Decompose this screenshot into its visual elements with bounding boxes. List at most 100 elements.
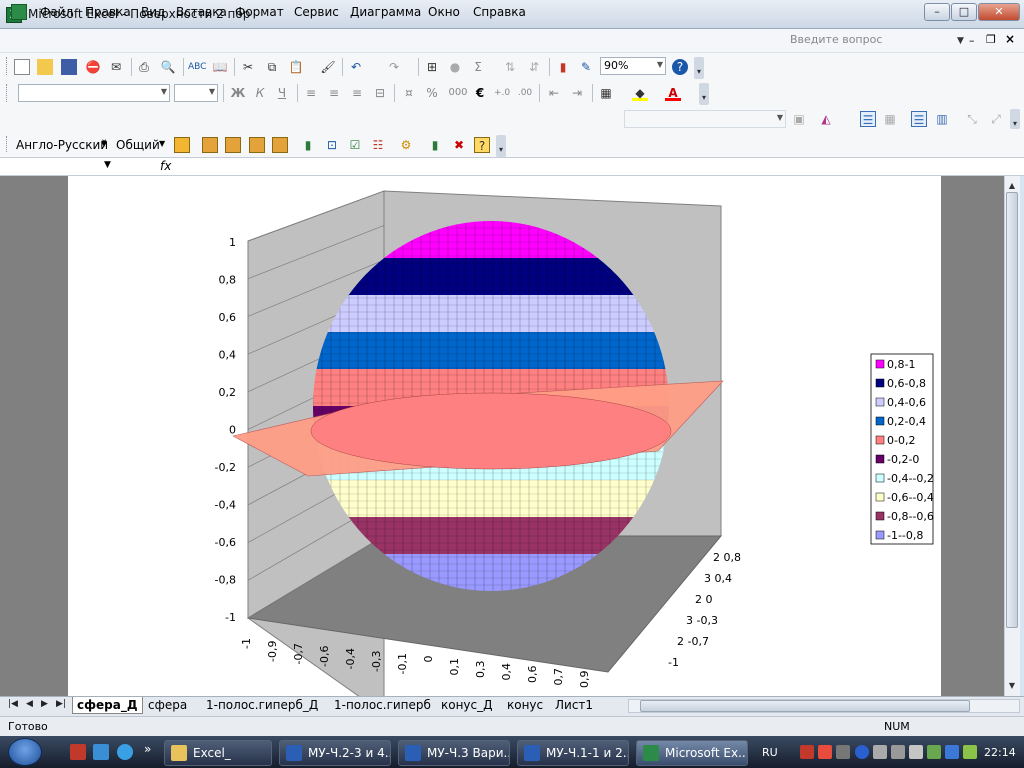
task-excel-folder[interactable]: Excel_ [164, 740, 272, 766]
menu-tools[interactable]: Сервис [294, 5, 339, 19]
email-icon[interactable]: ✉ [108, 59, 124, 75]
tray-update-icon[interactable] [927, 745, 941, 759]
legend-icon[interactable]: ☰ [860, 111, 876, 127]
translate-book-icon[interactable] [249, 137, 265, 153]
drawing-icon[interactable]: ✎ [578, 59, 594, 75]
task-excel-active[interactable]: Microsoft Ex... [636, 740, 748, 766]
book-icon[interactable]: ▮ [427, 137, 443, 153]
menu-edit[interactable]: Правка [85, 5, 131, 19]
align-right-icon[interactable]: ≡ [349, 85, 365, 101]
chevron-down-icon[interactable]: ▼ [101, 139, 107, 148]
tray-antivirus-icon[interactable] [818, 745, 832, 759]
list-icon[interactable]: ☷ [370, 137, 386, 153]
euro-button[interactable]: € [472, 85, 488, 101]
align-center-icon[interactable]: ≡ [326, 85, 342, 101]
start-button[interactable] [8, 738, 42, 766]
print-icon[interactable]: ⎙ [136, 59, 152, 75]
toolbar-grip[interactable] [6, 136, 10, 152]
permission-icon[interactable]: ⛔ [85, 59, 101, 75]
dictionary-icon[interactable]: ▮ [300, 137, 316, 153]
task-word-2[interactable]: МУ-Ч.3 Вари... [398, 740, 510, 766]
font-color-icon[interactable]: A [665, 85, 681, 101]
open-icon[interactable] [37, 59, 53, 75]
surface-chart[interactable]: 10,80,60,40,20-0,2-0,4-0,6-0,8-1 -1 -0,9-… [68, 176, 941, 715]
translate-chart-icon[interactable] [272, 137, 288, 153]
thousands-button[interactable]: 000 [446, 85, 470, 101]
clock[interactable]: 22:14 [984, 746, 1016, 759]
task-word-3[interactable]: МУ-Ч.1-1 и 2... [517, 740, 629, 766]
last-sheet-icon[interactable]: ▶| [56, 699, 66, 709]
increase-indent-icon[interactable]: ⇥ [569, 85, 585, 101]
maximize-button[interactable]: □ [951, 3, 977, 21]
decrease-decimal-icon[interactable]: .00 [517, 85, 533, 101]
toolbar-grip[interactable] [6, 84, 10, 102]
lookup-icon[interactable]: ⊡ [324, 137, 340, 153]
print-preview-icon[interactable]: 🔍 [160, 59, 176, 75]
quick-launch-more[interactable]: » [144, 742, 151, 756]
shutdown-icon[interactable] [70, 744, 86, 760]
toolbar-options-icon[interactable]: ▾ [694, 57, 704, 79]
first-sheet-icon[interactable]: |◀ [8, 699, 18, 709]
menu-insert[interactable]: Вставка [176, 5, 227, 19]
menu-format[interactable]: Формат [235, 5, 284, 19]
task-word-1[interactable]: МУ-Ч.2-3 и 4... [279, 740, 391, 766]
settings-icon[interactable]: ⚙ [398, 137, 414, 153]
dictionary-dropdown[interactable]: Общий [116, 138, 160, 152]
hyperlink-icon[interactable]: ⊞ [424, 59, 440, 75]
borders-icon[interactable]: ▦ [598, 85, 614, 101]
internet-explorer-icon[interactable] [117, 744, 133, 760]
sort-descending-icon[interactable]: ⇵ [526, 59, 542, 75]
workbook-icon[interactable] [11, 4, 27, 20]
tray-app-icon[interactable] [800, 745, 814, 759]
paste-icon[interactable]: 📋 [288, 59, 304, 75]
bluetooth-icon[interactable] [855, 745, 869, 759]
sheet-tab[interactable]: сфера [148, 697, 187, 714]
font-size-combo[interactable]: ▼ [174, 84, 218, 102]
cancel-icon[interactable]: ✖ [451, 137, 467, 153]
tray-printer-icon[interactable] [891, 745, 905, 759]
angle-text-up-icon[interactable]: ⤢ [988, 111, 1004, 127]
doc-restore-button[interactable]: ❐ [986, 33, 996, 46]
menu-view[interactable]: Вид [141, 5, 165, 19]
save-icon[interactable] [61, 59, 77, 75]
tray-network-icon[interactable] [836, 745, 850, 759]
toolbar-options-icon[interactable]: ▾ [496, 135, 506, 157]
by-column-icon[interactable]: ▥ [934, 111, 950, 127]
fill-color-icon[interactable]: ◆ [632, 85, 648, 101]
switch-windows-icon[interactable] [93, 744, 109, 760]
copy-icon[interactable]: ⧉ [264, 59, 280, 75]
toolbar-grip[interactable] [6, 57, 10, 75]
vertical-scroll-thumb[interactable] [1006, 192, 1018, 628]
angle-text-down-icon[interactable]: ⤡ [964, 111, 980, 127]
currency-icon[interactable]: ¤ [401, 85, 417, 101]
scroll-down-icon[interactable]: ▼ [1005, 678, 1019, 694]
by-row-icon[interactable]: ☰ [911, 111, 927, 127]
sort-ascending-icon[interactable]: ⇅ [502, 59, 518, 75]
tray-calendar-icon[interactable] [945, 745, 959, 759]
toolbar-options-icon[interactable]: ▾ [1010, 109, 1020, 129]
decrease-indent-icon[interactable]: ⇤ [546, 85, 562, 101]
new-icon[interactable] [14, 59, 30, 75]
spelling-icon[interactable]: ABC [188, 59, 206, 75]
address-icon[interactable]: ● [447, 59, 463, 75]
tray-device-icon[interactable] [873, 745, 887, 759]
cut-icon[interactable]: ✂ [240, 59, 256, 75]
insert-function-icon[interactable]: fx [160, 159, 171, 173]
legend[interactable]: 0,8-1 0,6-0,8 0,4-0,6 0,2-0,4 0-0,2 -0,2-0 -0,… [870, 353, 934, 545]
prev-sheet-icon[interactable]: ◀ [26, 699, 33, 709]
translate-sheet-icon[interactable] [225, 137, 241, 153]
sheet-tab-active[interactable]: сфера_Д [72, 697, 143, 714]
check-icon[interactable]: ☑ [347, 137, 363, 153]
battery-icon[interactable] [963, 745, 977, 759]
doc-close-button[interactable]: × [1005, 32, 1015, 46]
minimize-button[interactable]: – [924, 3, 950, 21]
percent-button[interactable]: % [424, 85, 440, 101]
name-box-dropdown-icon[interactable]: ▼ [104, 160, 111, 170]
menu-window[interactable]: Окно [428, 5, 460, 19]
merge-center-icon[interactable]: ⊟ [372, 85, 388, 101]
underline-button[interactable]: Ч [274, 85, 290, 101]
research-icon[interactable]: 📖 [212, 59, 228, 75]
sheet-tab[interactable]: 1-полос.гиперб_Д [206, 697, 318, 714]
align-left-icon[interactable]: ≡ [303, 85, 319, 101]
formula-bar[interactable] [0, 157, 1024, 176]
